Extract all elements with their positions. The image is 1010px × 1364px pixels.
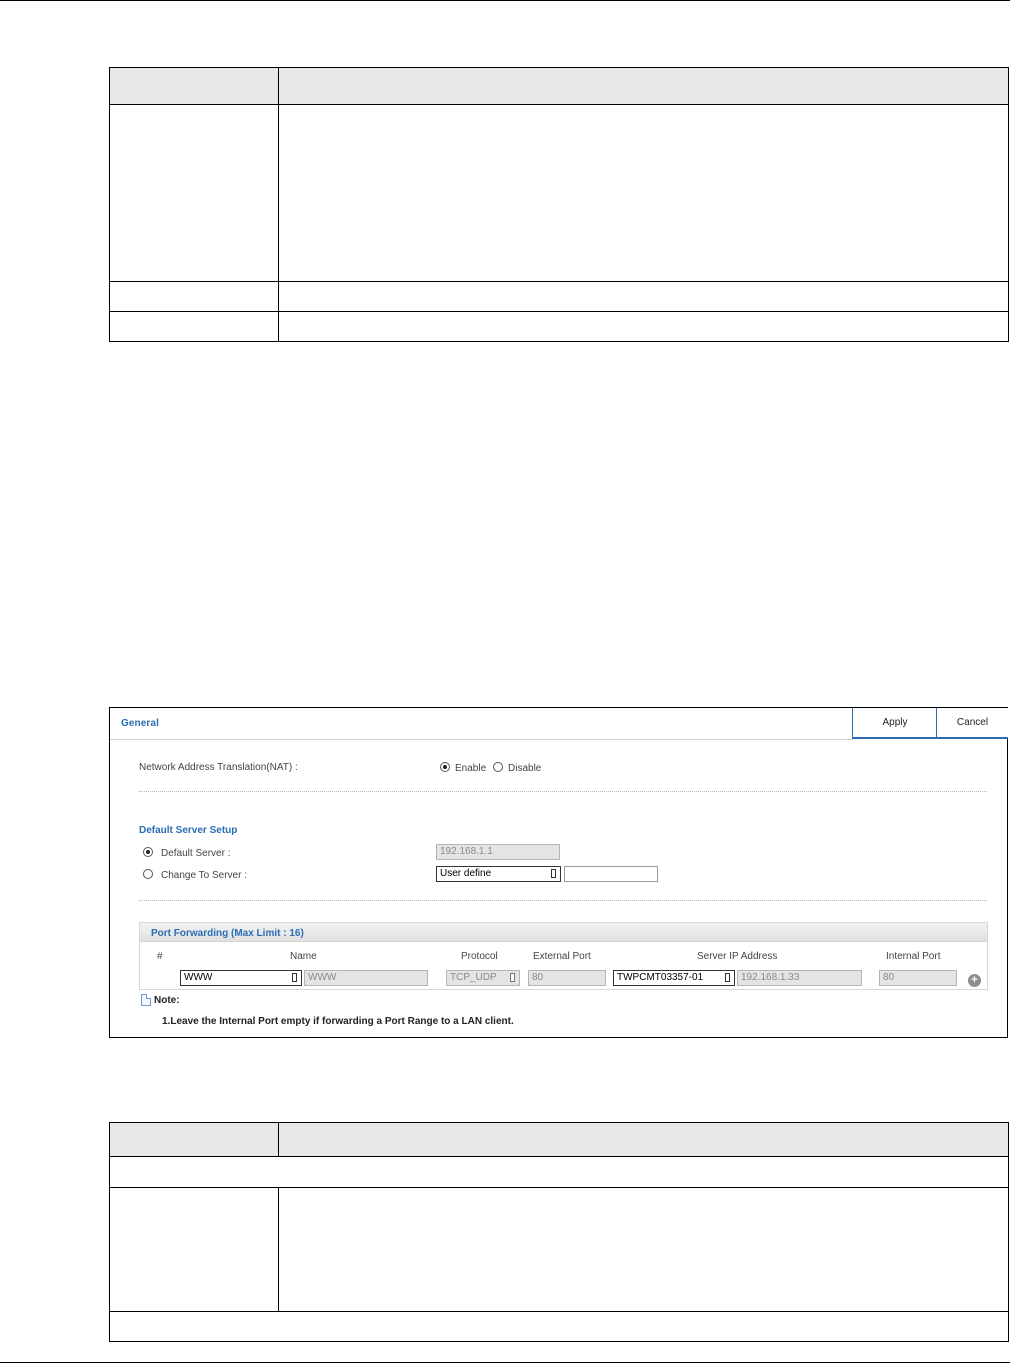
protocol-select: TCP_UDP	[446, 970, 520, 986]
change-server-label: Change To Server :	[161, 870, 247, 881]
change-server-select-value: User define	[440, 868, 492, 879]
column-header-external-port: External Port	[533, 951, 591, 962]
note-icon	[141, 994, 151, 1006]
nat-enable-label: Enable	[455, 763, 487, 774]
table-row	[109, 1311, 1009, 1342]
lower-doc-table	[109, 1122, 1009, 1342]
change-server-radio[interactable]	[143, 869, 153, 879]
internal-port-field: 80	[879, 970, 957, 986]
add-rule-plus-icon[interactable]: +	[968, 974, 981, 987]
panel-title: General	[121, 718, 159, 729]
service-name-select[interactable]: WWW	[180, 970, 302, 986]
port-forwarding-header: Port Forwarding (Max Limit : 16)	[140, 923, 987, 942]
server-select[interactable]: TWPCMT03357-01	[613, 970, 735, 986]
service-name-select-value: WWW	[184, 972, 213, 983]
column-header-protocol: Protocol	[461, 951, 498, 962]
dropdown-caret-icon	[292, 973, 297, 982]
default-server-label: Default Server :	[161, 848, 231, 859]
apply-button[interactable]: Apply	[852, 708, 937, 739]
nat-disable-label: Disable	[508, 763, 542, 774]
page-header-rule	[0, 0, 1010, 1]
page-footer-rule	[0, 1362, 1010, 1363]
column-header-number: #	[157, 951, 163, 962]
dropdown-caret-icon	[725, 973, 730, 982]
port-forwarding-title: Port Forwarding (Max Limit : 16)	[151, 928, 304, 939]
change-server-select[interactable]: User define	[436, 866, 561, 882]
default-server-radio[interactable]	[143, 847, 153, 857]
section-divider	[139, 791, 987, 792]
dropdown-caret-icon	[510, 973, 515, 982]
table-row	[109, 311, 1009, 342]
cancel-button[interactable]: Cancel	[936, 708, 1008, 739]
change-server-ip-input[interactable]	[564, 866, 658, 882]
default-server-ip-field: 192.168.1.1	[436, 844, 560, 860]
table-header-row	[109, 1122, 1009, 1157]
dropdown-caret-icon	[551, 869, 556, 878]
table-row	[109, 104, 1009, 282]
section-divider	[139, 900, 987, 901]
table-row	[109, 1156, 1009, 1188]
nat-disable-radio[interactable]	[493, 762, 503, 772]
note-label: Note:	[154, 995, 180, 1006]
default-server-section-title: Default Server Setup	[139, 825, 238, 836]
server-select-value: TWPCMT03357-01	[617, 972, 704, 983]
service-name-field: WWW	[304, 970, 428, 986]
protocol-value: TCP_UDP	[450, 972, 497, 983]
table-row	[109, 281, 1009, 312]
server-ip-field: 192.168.1.33	[737, 970, 862, 986]
panel-title-divider	[110, 739, 853, 740]
column-header-name: Name	[290, 951, 317, 962]
column-header-internal-port: Internal Port	[886, 951, 941, 962]
column-header-server-ip: Server IP Address	[697, 951, 778, 962]
nat-enable-radio[interactable]	[440, 762, 450, 772]
general-settings-panel: General Apply Cancel Network Address Tra…	[109, 707, 1008, 1038]
table-header-row	[109, 67, 1009, 105]
table-row	[109, 1187, 1009, 1312]
upper-doc-table	[109, 67, 1009, 342]
note-text: 1.Leave the Internal Port empty if forwa…	[162, 1016, 514, 1027]
external-port-field: 80	[528, 970, 606, 986]
nat-label: Network Address Translation(NAT) :	[139, 762, 298, 773]
